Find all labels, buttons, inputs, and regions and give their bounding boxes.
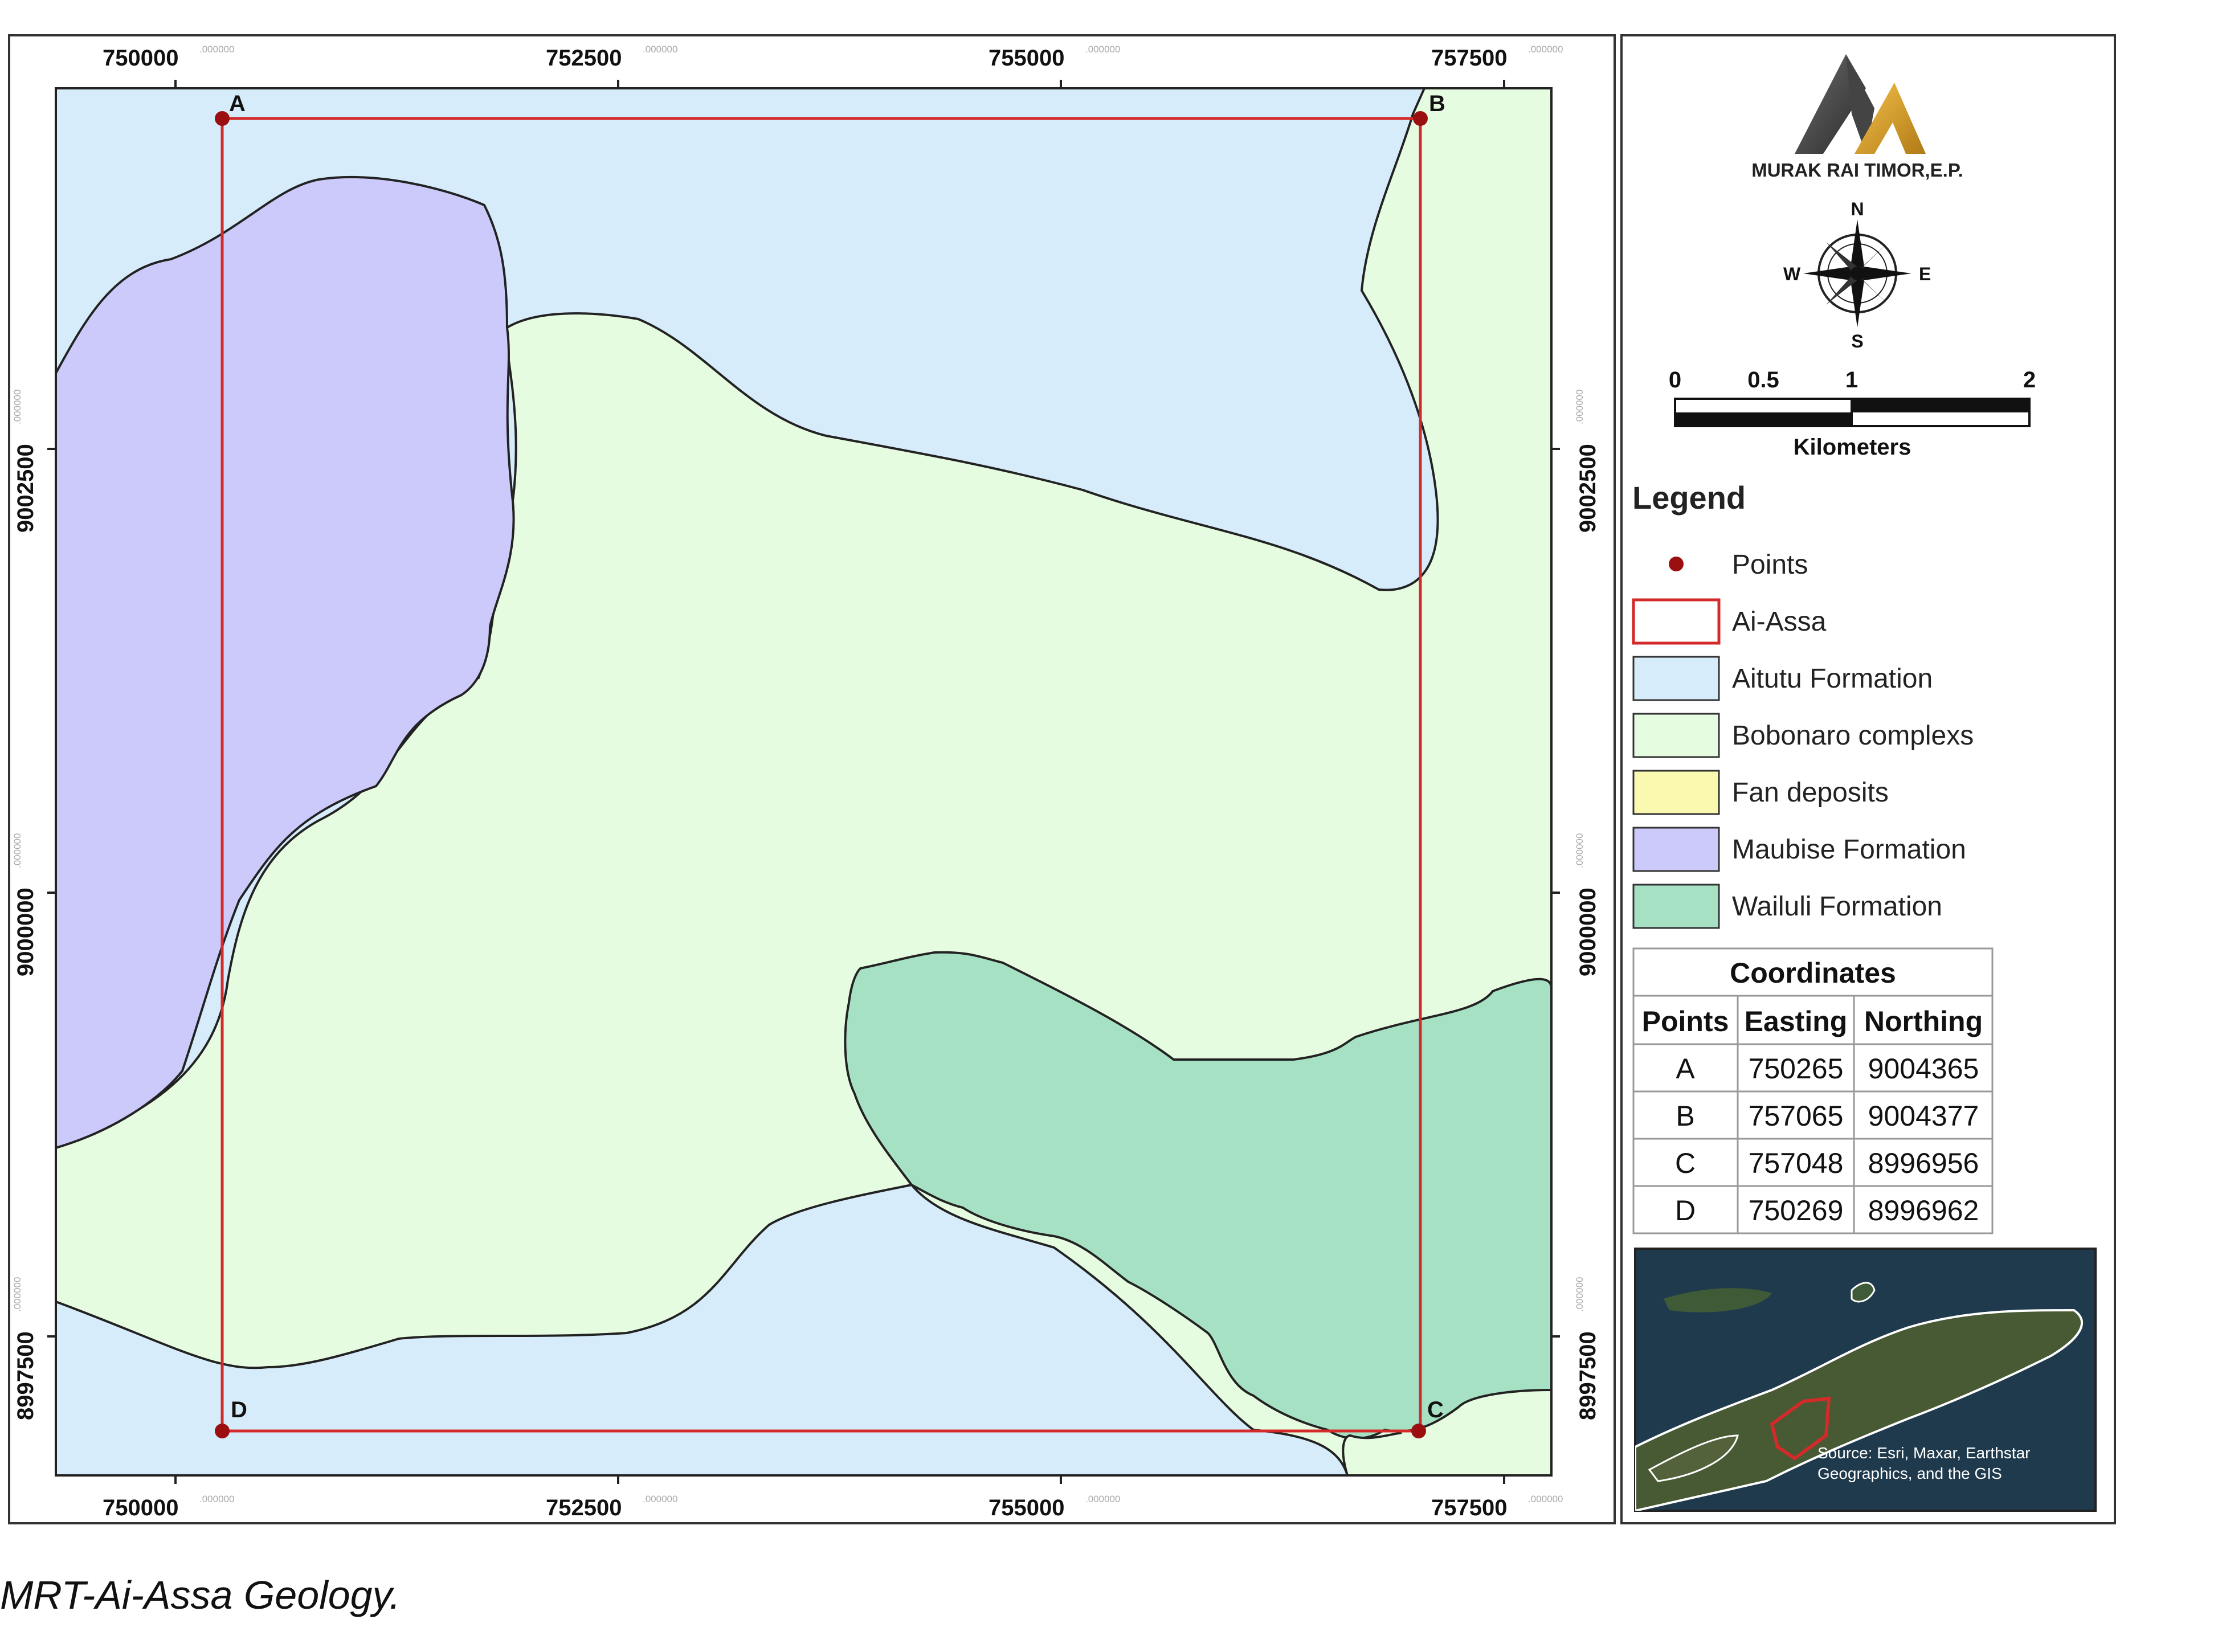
table-cell: 8996962: [1868, 1195, 1979, 1226]
legend-item-aitutu: Aitutu Formation: [1632, 656, 1933, 701]
legend-item-label: Bobonaro complexs: [1732, 721, 1974, 751]
point-label: C: [1427, 1397, 1444, 1422]
x-tick-label: 752500: [546, 1495, 622, 1520]
point-label: B: [1429, 91, 1445, 116]
scale-label: 0.5: [1747, 367, 1779, 392]
table-cell: D: [1675, 1195, 1696, 1226]
table-header: Easting: [1745, 1005, 1848, 1037]
x-tick-decimal: .000000: [1085, 1494, 1120, 1504]
east-label: E: [1919, 264, 1931, 284]
x-tick-label: 757500: [1431, 46, 1507, 71]
west-label: W: [1783, 264, 1801, 284]
y-tick-label: 9002500: [1575, 444, 1600, 533]
x-tick-decimal: .000000: [643, 44, 677, 55]
legend-item-bobonaro: Bobonaro complexs: [1632, 713, 1974, 758]
table-cell: 9004365: [1868, 1053, 1979, 1085]
point-label: A: [229, 91, 246, 116]
table-title: Coordinates: [1730, 957, 1896, 989]
table-cell: 757048: [1749, 1147, 1844, 1179]
inset-locator-map: Source: Esri, Maxar, Earthstar Geographic…: [1634, 1248, 2097, 1512]
x-tick-decimal: .000000: [1085, 44, 1120, 55]
y-tick-decimal: .000000: [1574, 390, 1585, 424]
legend-item-label: Maubise Formation: [1732, 835, 1966, 865]
south-label: S: [1851, 331, 1863, 351]
table-cell: 9004377: [1868, 1100, 1979, 1132]
y-tick-decimal: .000000: [1574, 833, 1585, 868]
scale-label: 2: [2023, 367, 2036, 392]
table-cell: 757065: [1749, 1100, 1844, 1132]
x-tick-label: 757500: [1431, 1495, 1507, 1520]
scale-label: 1: [1845, 367, 1858, 392]
legend-item-label: Points: [1732, 550, 1808, 580]
legend-item-wailuli: Wailuli Formation: [1632, 884, 1942, 929]
table-header: Points: [1642, 1005, 1729, 1037]
coordinates-table: Coordinates Points Easting Northing A 75…: [1632, 947, 1994, 1234]
table-cell: 750269: [1749, 1195, 1844, 1226]
legend-item-maubise: Maubise Formation: [1632, 827, 1966, 872]
y-tick-label: 9000000: [1575, 888, 1600, 976]
y-tick-label: 9000000: [13, 888, 38, 976]
x-tick-label: 755000: [989, 46, 1064, 71]
legend-item-label: Fan deposits: [1732, 778, 1889, 808]
x-tick-label: 752500: [546, 46, 622, 71]
table-cell: 750265: [1749, 1053, 1844, 1085]
y-tick-decimal: .000000: [12, 390, 23, 424]
table-header: Northing: [1864, 1005, 1983, 1037]
legend-item-label: Ai-Assa: [1732, 607, 1827, 637]
x-tick-decimal: .000000: [1528, 1494, 1563, 1504]
table-cell: 8996956: [1868, 1147, 1979, 1179]
logo-text: MURAK RAI TIMOR,E.P.: [1751, 160, 1963, 181]
x-tick-decimal: .000000: [199, 44, 234, 55]
table-cell: A: [1676, 1053, 1695, 1085]
legend-title: Legend: [1632, 480, 1746, 516]
scale-label: 0: [1669, 367, 1681, 392]
point-label: D: [231, 1397, 247, 1422]
point-symbol-icon: [1669, 557, 1684, 571]
table-cell: C: [1675, 1147, 1696, 1179]
legend-item-label: Wailuli Formation: [1732, 892, 1942, 922]
table-cell: B: [1676, 1100, 1694, 1132]
north-label: N: [1851, 199, 1864, 219]
legend-item-label: Aitutu Formation: [1732, 664, 1933, 694]
y-tick-label: 9002500: [13, 444, 38, 533]
y-tick-decimal: .000000: [1574, 1277, 1585, 1312]
x-tick-label: 750000: [103, 1495, 178, 1520]
x-tick-label: 755000: [989, 1495, 1064, 1520]
legend-item-fan-deposits: Fan deposits: [1632, 770, 1889, 815]
figure-caption: MRT-Ai-Assa Geology.: [0, 1573, 401, 1617]
x-tick-label: 750000: [103, 46, 178, 71]
geology-map: [56, 88, 1551, 1475]
y-tick-label: 8997500: [1575, 1331, 1600, 1420]
x-tick-decimal: .000000: [1528, 44, 1563, 55]
y-tick-label: 8997500: [13, 1331, 38, 1420]
x-tick-decimal: .000000: [643, 1494, 677, 1504]
y-tick-decimal: .000000: [12, 833, 23, 868]
scale-unit: Kilometers: [1794, 435, 1911, 460]
x-tick-decimal: .000000: [199, 1494, 234, 1504]
y-tick-decimal: .000000: [12, 1277, 23, 1312]
